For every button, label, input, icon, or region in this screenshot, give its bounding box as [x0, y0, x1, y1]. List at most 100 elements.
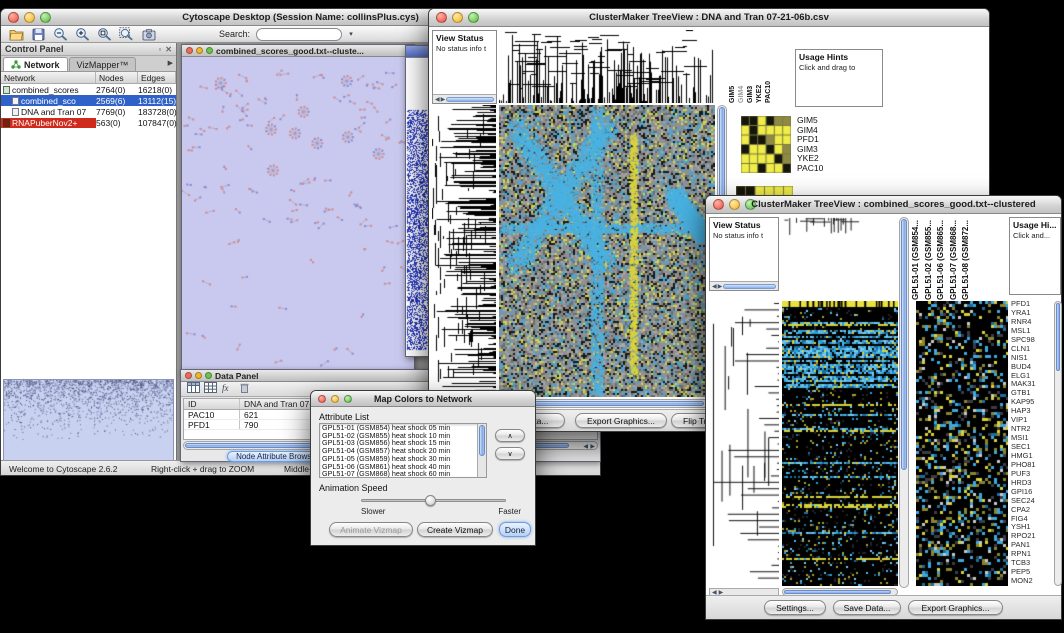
network-canvas[interactable] — [182, 57, 414, 374]
network-canvas-2[interactable] — [406, 58, 429, 356]
close-icon[interactable] — [8, 12, 19, 23]
network-row-combined-sco-selected[interactable]: combined_sco 2569(6) 13112(15) — [1, 95, 176, 106]
open-session-icon[interactable] — [7, 27, 26, 42]
scroll-right-icon[interactable]: ▶ — [441, 96, 446, 103]
network-row-combined-scores[interactable]: combined_scores 2764(0) 16218(0) — [1, 84, 176, 95]
column-label[interactable]: GPL51-06 (GSM865... — [936, 217, 948, 300]
column-label[interactable]: GPL51-08 (GSM872... — [961, 217, 973, 300]
search-dropdown-icon[interactable]: ▾ — [345, 30, 357, 38]
column-labels: GPL51-01 (GSM854...GPL51-02 (GSM855...GP… — [911, 217, 973, 300]
snapshot-icon[interactable] — [139, 27, 158, 42]
scroll-right-icon[interactable]: ▶ — [590, 443, 595, 450]
correlation-matrix[interactable] — [741, 116, 791, 173]
move-up-button[interactable]: ∧ — [495, 429, 525, 442]
move-down-button[interactable]: ∨ — [495, 447, 525, 460]
minimize-icon[interactable] — [331, 395, 339, 403]
heatmap-vscrollbar[interactable] — [899, 217, 909, 588]
heatmap-overview[interactable] — [916, 301, 1008, 586]
minimize-icon[interactable] — [24, 12, 35, 23]
scrollbar-thumb[interactable] — [479, 425, 485, 456]
scroll-right-icon[interactable]: ▶ — [718, 283, 723, 290]
minimize-icon[interactable] — [195, 372, 202, 379]
heatmap[interactable] — [782, 301, 898, 586]
zoom-out-icon[interactable] — [51, 27, 70, 42]
treeview-dna-titlebar[interactable]: ClusterMaker TreeView : DNA and Tran 07-… — [429, 9, 989, 27]
scroll-left-icon[interactable]: ◀ — [583, 443, 588, 450]
formula-icon[interactable]: fx — [221, 380, 234, 398]
attribute-items: GPL51-01 (GSM854) heat shock 05 minGPL51… — [320, 424, 486, 478]
col-network[interactable]: Network — [1, 72, 96, 83]
delete-attribute-icon[interactable] — [238, 380, 251, 398]
close-icon[interactable] — [713, 199, 724, 210]
attribute-list[interactable]: GPL51-01 (GSM854) heat shock 05 minGPL51… — [319, 423, 487, 478]
view-status-scrollbar[interactable]: ◀ ▶ — [433, 94, 496, 103]
done-button[interactable]: Done — [499, 522, 531, 537]
scrollbar-thumb[interactable] — [784, 590, 891, 594]
table-grid-icon[interactable] — [204, 380, 217, 398]
export-graphics-button[interactable]: Export Graphics... — [908, 600, 1003, 615]
scrollbar-thumb[interactable] — [901, 219, 907, 470]
close-icon[interactable] — [436, 12, 447, 23]
view-status-scrollbar[interactable]: ◀ ▶ — [710, 281, 778, 290]
minimize-icon[interactable] — [196, 47, 203, 54]
column-dendrogram[interactable] — [499, 30, 715, 103]
tab-network[interactable]: Network — [3, 57, 68, 71]
tab-vizmapper[interactable]: VizMapper™ — [69, 57, 137, 71]
column-label[interactable]: YKE2 — [756, 31, 764, 103]
save-session-icon[interactable] — [29, 27, 48, 42]
column-label[interactable]: GIM3 — [747, 31, 755, 103]
zoom-window-icon[interactable] — [468, 12, 479, 23]
column-label[interactable]: PAC10 — [765, 31, 773, 103]
close-panel-icon[interactable]: ✕ — [165, 45, 172, 54]
animate-vizmap-button[interactable]: Animate Vizmap — [329, 522, 413, 537]
search-input[interactable] — [256, 28, 342, 41]
matrix-label[interactable]: PAC10 — [797, 164, 839, 174]
network-view-2-titlebar[interactable] — [406, 46, 429, 58]
col-edges[interactable]: Edges — [138, 72, 176, 83]
tab-overflow-icon[interactable]: ▶ — [168, 59, 173, 67]
close-icon[interactable] — [185, 372, 192, 379]
column-label[interactable]: GIM5 — [729, 31, 737, 103]
zoom-selected-icon[interactable] — [117, 27, 136, 42]
column-label[interactable]: GIM4 — [738, 31, 746, 103]
export-graphics-button[interactable]: Export Graphics... — [575, 413, 667, 428]
create-vizmap-button[interactable]: Create Vizmap — [417, 522, 493, 537]
treeview-combined-titlebar[interactable]: ClusterMaker TreeView : combined_scores_… — [706, 196, 1061, 214]
birdseye-view[interactable] — [3, 379, 174, 467]
scrollbar-thumb[interactable] — [1056, 303, 1060, 371]
close-icon[interactable] — [186, 47, 193, 54]
column-label[interactable]: GPL51-01 (GSM854... — [911, 217, 923, 300]
save-data-button[interactable]: Save Data... — [833, 600, 901, 615]
heatmap[interactable] — [499, 105, 715, 397]
scroll-left-icon[interactable]: ◀ — [712, 283, 717, 290]
network-row-dna-tran[interactable]: DNA and Tran 07 7769(0) 183728(0) — [1, 106, 176, 117]
col-nodes[interactable]: Nodes — [96, 72, 138, 83]
slider-thumb[interactable] — [425, 495, 436, 506]
gene-label[interactable]: MON2 — [1011, 577, 1053, 586]
network-view-titlebar[interactable]: combined_scores_good.txt--cluste... — [182, 45, 414, 57]
row-dendrogram[interactable] — [432, 105, 496, 397]
dialog-titlebar[interactable]: Map Colors to Network — [311, 391, 535, 407]
zoom-window-icon[interactable] — [40, 12, 51, 23]
scroll-left-icon[interactable]: ◀ — [435, 96, 440, 103]
treeview-combined-buttonbar: Settings... Save Data... Export Graphics… — [706, 595, 1061, 619]
zoom-fit-icon[interactable] — [95, 27, 114, 42]
minimize-icon[interactable] — [452, 12, 463, 23]
close-icon[interactable] — [318, 395, 326, 403]
float-panel-icon[interactable]: ▫ — [158, 45, 161, 54]
column-label[interactable]: GPL51-02 (GSM855... — [924, 217, 936, 300]
col-id[interactable]: ID — [184, 399, 240, 409]
zoom-window-icon[interactable] — [205, 372, 212, 379]
row-dendrogram[interactable] — [709, 301, 779, 586]
animation-speed-slider[interactable] — [361, 495, 506, 506]
gene-list-vscrollbar[interactable] — [1054, 301, 1062, 586]
zoom-in-icon[interactable] — [73, 27, 92, 42]
column-label[interactable]: GPL51-07 (GSM868... — [949, 217, 961, 300]
column-dendrogram[interactable] — [782, 217, 898, 299]
network-row-rnapubernov[interactable]: RNAPuberNov2+ 563(0) 107847(0) — [1, 117, 176, 128]
zoom-window-icon[interactable] — [206, 47, 213, 54]
attribute-list-scrollbar[interactable] — [477, 424, 486, 477]
select-attributes-icon[interactable] — [187, 380, 200, 398]
attribute-item[interactable]: GPL51-07 (GSM868) heat shock 60 min — [320, 470, 486, 478]
settings-button[interactable]: Settings... — [764, 600, 826, 615]
